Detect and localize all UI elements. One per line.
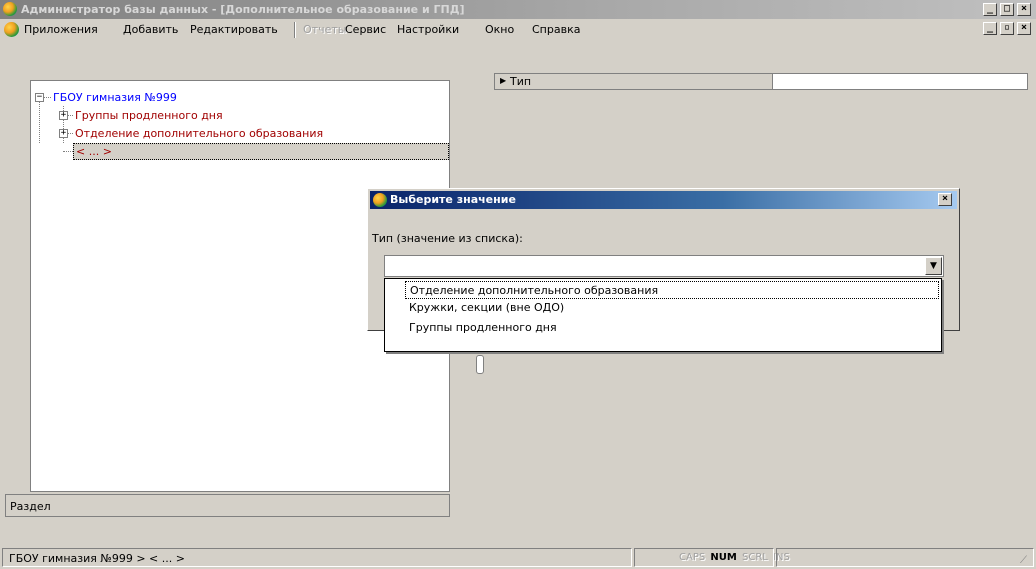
scrl-indicator: SCRL [742, 552, 768, 563]
row-pointer-icon: ▶ [500, 76, 507, 85]
dropdown-option[interactable]: Отделение дополнительного образования [405, 281, 939, 299]
dropdown-option[interactable]: Группы продленного дня [409, 321, 557, 334]
maximize-icon[interactable]: □ [1000, 3, 1014, 16]
window-title-bar[interactable]: Администратор базы данных - [Дополнитель… [0, 0, 1036, 19]
status-empty-pane [776, 548, 1034, 567]
status-keys: CAPS NUM SCRL INS [634, 548, 790, 567]
window-title: Администратор базы данных - [Дополнитель… [21, 3, 465, 16]
menu-item-reports: Отчеты [303, 23, 347, 36]
menu-item-add[interactable]: Добавить [123, 23, 178, 36]
section-footer: Раздел [5, 494, 450, 517]
tree-node-root[interactable]: ГБОУ гимназия №999 [53, 91, 177, 104]
minimize-icon[interactable]: _ [983, 3, 997, 16]
property-row-header: ▶ Тип [495, 74, 773, 89]
app-logo-icon [3, 2, 17, 16]
app-menu-icon[interactable] [4, 22, 19, 37]
dropdown-arrow-icon[interactable]: ▼ [925, 257, 942, 275]
dropdown-option[interactable]: Кружки, секции (вне ОДО) [409, 301, 564, 314]
menu-item-applications[interactable]: Приложения [24, 23, 98, 36]
menu-item-settings[interactable]: Настройки [397, 23, 459, 36]
tree-connector [43, 97, 51, 98]
tree-node-additional-education[interactable]: Отделение дополнительного образования [75, 127, 323, 140]
child-close-icon[interactable]: × [1017, 22, 1031, 35]
resize-grip-icon[interactable]: ⟋ [1020, 555, 1027, 566]
dialog-app-icon [373, 193, 387, 207]
property-label: Тип [510, 75, 532, 88]
child-restore-icon[interactable]: ▫ [1000, 22, 1014, 35]
dropdown-list: Отделение дополнительного образования Кр… [384, 278, 942, 352]
tree-connector [39, 97, 40, 143]
dialog-close-icon[interactable]: × [938, 193, 952, 206]
type-combobox[interactable]: ▼ [384, 255, 944, 277]
menu-item-edit[interactable]: Редактировать [190, 23, 278, 36]
tree-node-extended-day[interactable]: Группы продленного дня [75, 109, 223, 122]
section-label: Раздел [10, 500, 51, 513]
expand-icon[interactable]: + [59, 111, 68, 120]
tree-connector [63, 151, 73, 152]
dialog-title-bar[interactable]: Выберите значение × [370, 191, 957, 209]
num-indicator: NUM [710, 552, 737, 563]
menu-separator [294, 22, 296, 38]
menu-item-help[interactable]: Справка [532, 23, 580, 36]
menu-bar: Приложения Добавить Редактировать Отчеты… [0, 19, 1036, 40]
property-value[interactable] [773, 74, 1027, 89]
menu-item-service[interactable]: Сервис [345, 23, 386, 36]
dialog-title: Выберите значение [390, 193, 516, 206]
dialog-field-label: Тип (значение из списка): [372, 232, 523, 245]
property-grid[interactable]: ▶ Тип [494, 73, 1028, 90]
tree-node-new[interactable]: < ... > [73, 143, 449, 160]
child-minimize-icon[interactable]: _ [983, 22, 997, 35]
scroll-handle[interactable] [476, 355, 484, 374]
status-path: ГБОУ гимназия №999 > < ... > [2, 548, 632, 567]
expand-icon[interactable]: + [59, 129, 68, 138]
status-bar: ГБОУ гимназия №999 > < ... > CAPS NUM SC… [0, 545, 1036, 569]
menu-item-window[interactable]: Окно [485, 23, 514, 36]
caps-indicator: CAPS [679, 552, 706, 563]
close-icon[interactable]: × [1017, 3, 1031, 16]
collapse-icon[interactable]: − [35, 93, 44, 102]
